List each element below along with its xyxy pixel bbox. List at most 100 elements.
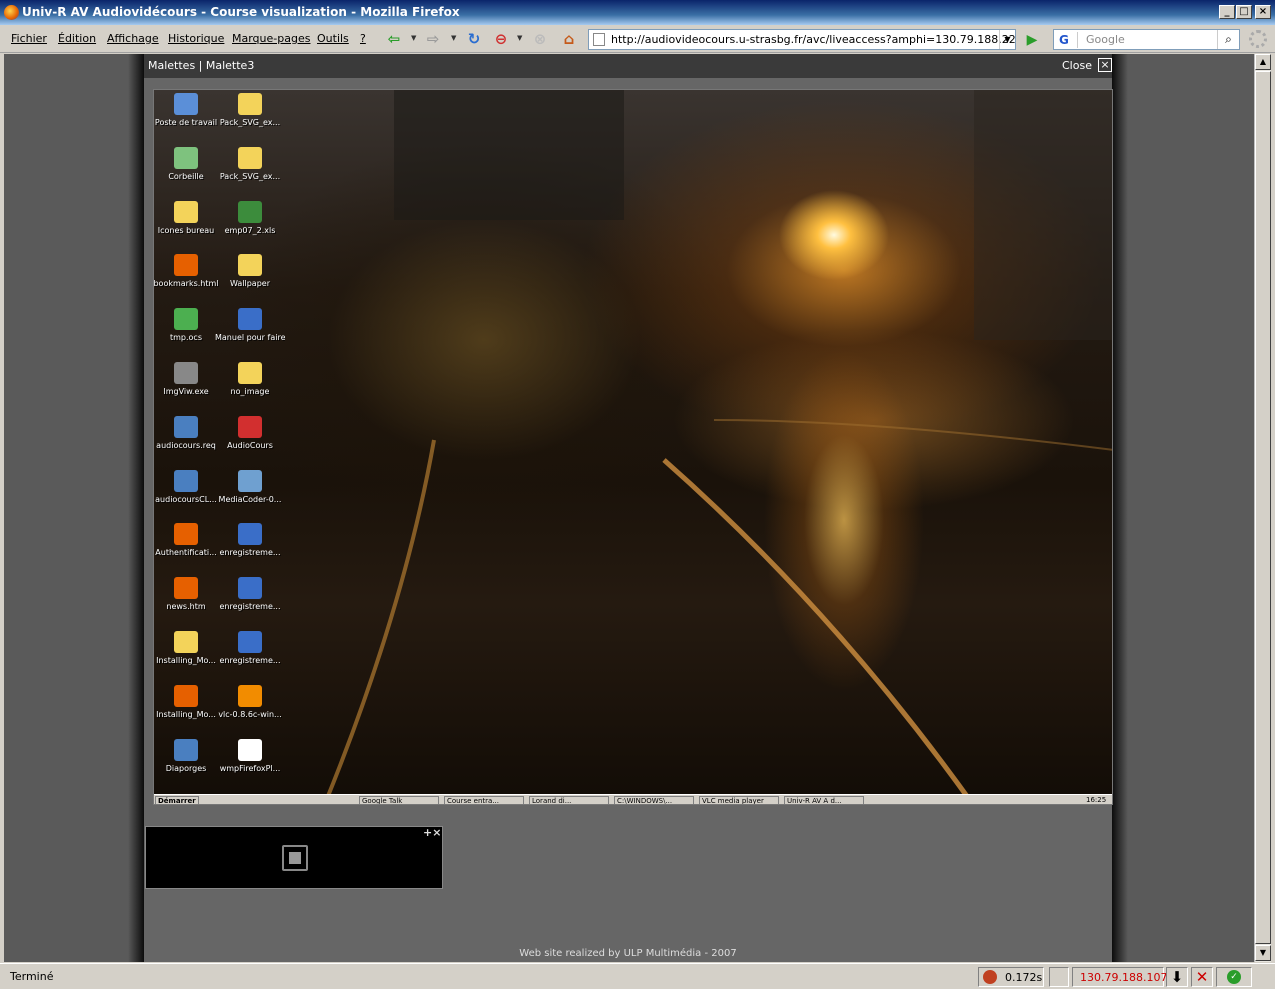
- desktop-icon[interactable]: enregistreme...: [215, 577, 285, 612]
- url-dropdown-icon[interactable]: ▼: [999, 30, 1015, 49]
- search-engine-icon[interactable]: G: [1056, 32, 1078, 48]
- desktop-icon[interactable]: wmpFirefoxPl...: [215, 738, 285, 774]
- taskbar-clock: 16:25: [1086, 796, 1107, 804]
- file-icon: [174, 362, 198, 384]
- minimize-button[interactable]: _: [1219, 5, 1235, 19]
- desktop-icon[interactable]: bookmarks.html: [154, 254, 221, 289]
- desktop-icon[interactable]: no_image: [215, 362, 285, 397]
- desktop-icon[interactable]: enregistreme...: [215, 631, 285, 666]
- taskbar-item[interactable]: Course entra...: [444, 796, 524, 804]
- desktop-icon[interactable]: Wallpaper: [215, 254, 285, 289]
- desktop-icon[interactable]: enregistreme...: [215, 523, 285, 558]
- menu-historique[interactable]: Historique: [168, 32, 224, 45]
- download-arrow-icon[interactable]: ⬇: [1166, 967, 1188, 987]
- stop-dropdown-icon[interactable]: ▼: [517, 34, 522, 42]
- status-ok-panel: ✓: [1216, 967, 1252, 987]
- check-icon[interactable]: ✓: [1227, 970, 1241, 984]
- desktop-icon[interactable]: audiocoursCL...: [154, 469, 221, 505]
- scroll-thumb[interactable]: [1255, 71, 1271, 944]
- desktop-icon-label: audiocours.req: [156, 440, 216, 450]
- remote-desktop-view: Poste de travail Pack_SVG_ex... Corbeille P…: [153, 89, 1113, 805]
- back-dropdown-icon[interactable]: ▼: [411, 34, 416, 42]
- video-resize-close-icon[interactable]: +×: [423, 826, 441, 839]
- go-button[interactable]: ▶: [1021, 30, 1043, 50]
- back-arrow-icon[interactable]: ⇦: [385, 30, 403, 48]
- remote-taskbar: Démarrer Google Talk Course entra... Lor…: [154, 794, 1112, 804]
- forward-dropdown-icon[interactable]: ▼: [451, 34, 456, 42]
- vertical-scrollbar[interactable]: ▲ ▼: [1254, 54, 1271, 962]
- scroll-down-icon[interactable]: ▼: [1255, 945, 1271, 961]
- taskbar-item[interactable]: Univ-R AV A d...: [784, 796, 864, 804]
- wallpaper-rails: [322, 90, 1112, 804]
- maximize-button[interactable]: □: [1236, 5, 1252, 19]
- file-icon: [238, 362, 262, 384]
- file-icon: [174, 631, 198, 653]
- desktop-icon[interactable]: Poste de travail: [154, 93, 221, 128]
- desktop-icon[interactable]: Installing_Mo...: [154, 684, 221, 720]
- page-icon: [593, 33, 605, 46]
- desktop-icon[interactable]: MediaCoder-0...: [215, 469, 285, 505]
- menu-marque-pages[interactable]: Marque-pages: [232, 32, 310, 45]
- start-button[interactable]: Démarrer: [155, 796, 199, 804]
- close-x-icon[interactable]: ×: [1098, 58, 1112, 72]
- close-window-button[interactable]: ×: [1255, 5, 1271, 19]
- menu-fichier[interactable]: Fichier: [11, 32, 47, 45]
- desktop-icon-label: Installing_Mo...: [156, 656, 216, 665]
- url-text[interactable]: http://audiovideocours.u-strasbg.fr/avc/…: [611, 33, 1016, 46]
- desktop-icon-label: MediaCoder-0...: [218, 494, 282, 504]
- file-icon: [174, 200, 198, 223]
- desktop-icon[interactable]: Pack_SVG_ex...: [215, 93, 285, 128]
- file-icon: [174, 684, 198, 707]
- taskbar-item[interactable]: C:\WINDOWS\...: [614, 796, 694, 804]
- desktop-icon[interactable]: Corbeille: [154, 146, 221, 182]
- taskbar-item[interactable]: Lorand di...: [529, 796, 609, 804]
- desktop-icon[interactable]: news.htm: [154, 577, 221, 612]
- ip-text: 130.79.188.107: [1080, 971, 1168, 984]
- search-box[interactable]: G Google ⌕: [1053, 29, 1240, 50]
- cancel-icon[interactable]: ⊗: [531, 30, 549, 48]
- stop-icon[interactable]: ⊖: [492, 30, 510, 48]
- desktop-icon[interactable]: emp07_2.xls: [215, 200, 285, 236]
- desktop-icon[interactable]: Icones bureau: [154, 200, 221, 236]
- menu-help[interactable]: ?: [360, 32, 366, 45]
- desktop-icon[interactable]: tmp.ocs: [154, 308, 221, 343]
- desktop-icon[interactable]: vlc-0.8.6c-win...: [215, 684, 285, 720]
- file-icon: [238, 684, 262, 707]
- desktop-icon[interactable]: Manuel pour faire une ro...: [215, 308, 285, 343]
- file-icon: [174, 254, 198, 277]
- menu-outils[interactable]: Outils: [317, 32, 349, 45]
- desktop-icon[interactable]: audiocours.req: [154, 415, 221, 451]
- desktop-icon[interactable]: Diaporges: [154, 738, 221, 774]
- search-input[interactable]: Google: [1086, 33, 1125, 46]
- forward-arrow-icon[interactable]: ⇨: [424, 30, 442, 48]
- desktop-icon[interactable]: Installing_Mo...: [154, 631, 221, 666]
- ip-panel: 130.79.188.107: [1072, 967, 1168, 987]
- page-info-icon[interactable]: [1049, 967, 1069, 987]
- desktop-icon-label: enregistreme...: [219, 548, 281, 558]
- home-icon[interactable]: ⌂: [560, 30, 578, 48]
- desktop-icon-label: Authentificati...: [155, 548, 217, 558]
- menu-affichage[interactable]: Affichage: [107, 32, 159, 45]
- desktop-icon[interactable]: ImgViw.exe: [154, 362, 221, 397]
- block-x-icon[interactable]: ✕: [1191, 967, 1213, 987]
- file-icon: [174, 146, 198, 169]
- desktop-icon-label: emp07_2.xls: [224, 225, 276, 235]
- scroll-up-icon[interactable]: ▲: [1255, 54, 1271, 70]
- firefox-logo-icon: [4, 5, 19, 20]
- file-icon: [174, 469, 198, 492]
- taskbar-item[interactable]: VLC media player: [699, 796, 779, 804]
- desktop-icon[interactable]: Pack_SVG_ex...: [215, 146, 285, 182]
- file-icon: [238, 523, 262, 546]
- taskbar-item[interactable]: Google Talk: [359, 796, 439, 804]
- desktop-icon-label: Diaporges: [165, 763, 207, 773]
- desktop-icon[interactable]: AudioCours: [215, 415, 285, 451]
- reload-icon[interactable]: ↻: [465, 30, 483, 48]
- desktop-icon[interactable]: Authentificati...: [154, 523, 221, 558]
- desktop-icon-label: Poste de travail: [154, 118, 218, 127]
- search-magnifier-icon[interactable]: ⌕: [1217, 30, 1239, 49]
- url-bar[interactable]: http://audiovideocours.u-strasbg.fr/avc/…: [588, 29, 1016, 50]
- desktop-icon-label: Pack_SVG_ex...: [219, 171, 281, 181]
- menu-edition[interactable]: Édition: [58, 32, 96, 45]
- close-link[interactable]: Close: [1062, 59, 1092, 72]
- desktop-icon-label: ImgViw.exe: [163, 387, 209, 396]
